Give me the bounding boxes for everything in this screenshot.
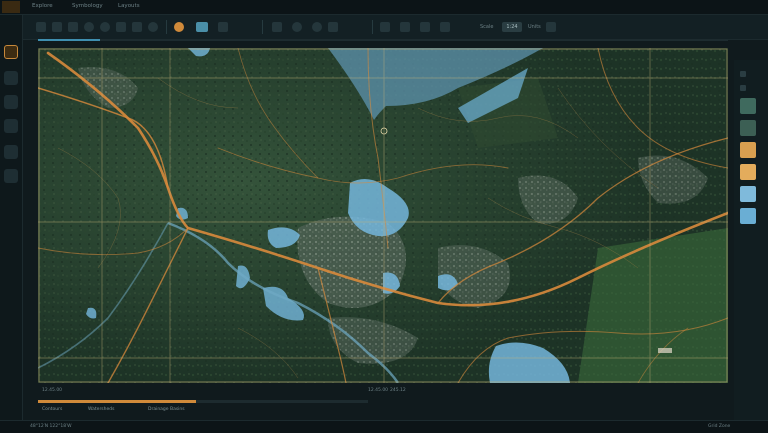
zoom-icon[interactable]	[100, 22, 110, 32]
menu-bar: Explore Symbology Layouts	[0, 0, 768, 15]
layers-icon[interactable]	[84, 22, 94, 32]
scale-label: Scale	[480, 24, 494, 30]
legend-swatch	[740, 98, 756, 114]
legend-item[interactable]	[738, 162, 764, 180]
legend-swatch	[740, 120, 756, 136]
draw-tool-button[interactable]	[4, 95, 18, 109]
loading-progress-fill	[38, 39, 101, 41]
share-button[interactable]	[4, 169, 18, 183]
legend-item[interactable]	[738, 184, 764, 202]
status-line: 12.45.00 12.45.00 245.12	[38, 388, 728, 396]
legend-swatch	[740, 186, 756, 202]
legend-swatch	[740, 208, 756, 224]
units-label: Units	[528, 24, 541, 30]
draw-icon[interactable]	[272, 22, 282, 32]
scale-field[interactable]: 1:24	[502, 22, 522, 32]
pencil-icon[interactable]	[52, 22, 62, 32]
record-icon[interactable]	[174, 22, 184, 32]
render-progress-bar	[38, 400, 368, 403]
status-time: 12.45.00	[368, 388, 389, 393]
legend-swatch	[740, 142, 756, 158]
map-label	[658, 348, 672, 353]
folder-icon[interactable]	[36, 22, 46, 32]
menu-item-symbology[interactable]: Symbology	[72, 3, 103, 9]
legend-toggle-icon[interactable]	[740, 71, 746, 77]
status-value: 245.12	[390, 388, 406, 393]
layer-toggle-drainage-basins[interactable]: Drainage Basins	[148, 407, 185, 412]
status-coordinate: 12.45.00	[42, 388, 63, 393]
menu-item-explore[interactable]: Explore	[32, 3, 53, 9]
render-progress-fill	[38, 400, 197, 403]
active-layers-row: Contours Watersheds Drainage Basins	[38, 406, 728, 416]
legend-item[interactable]	[738, 96, 764, 114]
loading-progress-bar	[38, 39, 728, 41]
settings-icon[interactable]	[218, 22, 228, 32]
layer-toggle-contours[interactable]: Contours	[42, 407, 62, 412]
legend-swatch	[740, 164, 756, 180]
legend-item[interactable]	[738, 118, 764, 136]
toolbar-divider	[372, 20, 373, 34]
pan-icon[interactable]	[116, 22, 126, 32]
copy-icon[interactable]	[400, 22, 410, 32]
basemap-button[interactable]	[4, 71, 18, 85]
analysis-button[interactable]	[4, 145, 18, 159]
globe-icon[interactable]	[148, 22, 158, 32]
footer-bar: 48°12′N 122°18′W Grid Zone	[0, 420, 768, 433]
toolbar-divider	[166, 20, 167, 34]
select-icon[interactable]	[380, 22, 390, 32]
search-button[interactable]	[4, 119, 18, 133]
units-dropdown[interactable]	[546, 22, 556, 32]
legend-subheader[interactable]	[738, 84, 764, 94]
arrow-icon[interactable]	[328, 22, 338, 32]
document-icon[interactable]	[68, 22, 78, 32]
map-canvas[interactable]	[38, 48, 728, 383]
footer-coordinates: 48°12′N 122°18′W	[30, 424, 72, 429]
toolbar: Scale 1:24 Units	[22, 15, 768, 40]
grid-icon[interactable]	[132, 22, 142, 32]
legend-panel	[734, 60, 768, 420]
map-view[interactable]	[38, 48, 728, 383]
app-logo	[2, 1, 20, 13]
legend-filter-icon[interactable]	[740, 85, 746, 91]
left-sidebar	[0, 15, 23, 420]
export-icon[interactable]	[420, 22, 430, 32]
field-area	[578, 228, 728, 383]
legend-item[interactable]	[738, 140, 764, 158]
toolbar-divider	[262, 20, 263, 34]
print-icon[interactable]	[440, 22, 450, 32]
menu-item-layouts[interactable]: Layouts	[118, 3, 140, 9]
legend-header[interactable]	[738, 70, 764, 80]
footer-grid-zone: Grid Zone	[708, 424, 731, 429]
layer-toggle-watersheds[interactable]: Watersheds	[88, 407, 114, 412]
legend-item[interactable]	[738, 206, 764, 224]
layers-panel-button[interactable]	[4, 45, 18, 59]
image-icon[interactable]	[196, 22, 208, 32]
measure-icon[interactable]	[292, 22, 302, 32]
target-icon[interactable]	[312, 22, 322, 32]
